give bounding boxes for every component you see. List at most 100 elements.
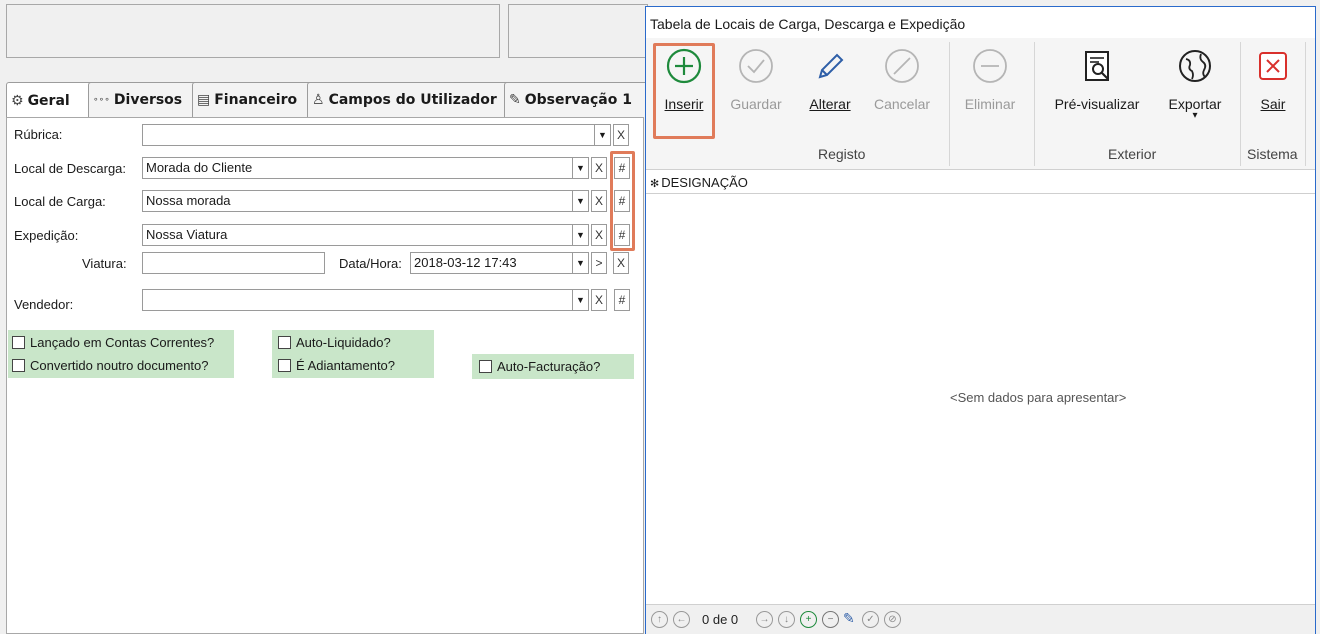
vendedor-field[interactable] [142, 289, 573, 311]
datahora-next-button[interactable]: > [591, 252, 607, 274]
new-row-marker-icon: ✻ [650, 178, 660, 190]
carga-dropdown-icon[interactable]: ▼ [573, 190, 589, 212]
cancelar-button[interactable]: Cancelar [870, 46, 934, 112]
header-box-right [508, 4, 648, 58]
record-navigator: ↑ ← 0 de 0 → ↓ + − ✎ ✓ ⊘ [646, 604, 1315, 634]
header-box-left [6, 4, 500, 58]
dialog-title: Tabela de Locais de Carga, Descarga e Ex… [650, 16, 966, 32]
checkbox-box[interactable] [278, 336, 291, 349]
ribbon-separator [1034, 42, 1035, 166]
alterar-label: Alterar [809, 96, 851, 112]
delete-record-icon[interactable]: − [822, 611, 839, 628]
prev-record-icon[interactable]: ← [673, 611, 690, 628]
tab-label: Observação 1 [524, 92, 632, 108]
tab-label: Campos do Utilizador [328, 92, 497, 108]
next-record-icon[interactable]: → [756, 611, 773, 628]
add-record-icon[interactable]: + [800, 611, 817, 628]
viatura-field[interactable] [142, 252, 325, 274]
expedicao-dropdown-icon[interactable]: ▼ [573, 224, 589, 246]
rubrica-dropdown-icon[interactable]: ▼ [595, 124, 611, 146]
tab-strip: ⚙ Geral ∘∘∘ Diversos ▤ Financeiro ♙ Camp… [6, 82, 654, 119]
datahora-label: Data/Hora: [339, 256, 402, 271]
print-preview-icon [1085, 51, 1109, 81]
vendedor-label: Vendedor: [14, 297, 74, 312]
datahora-dropdown-icon[interactable]: ▼ [573, 252, 589, 274]
previsualizar-button[interactable]: Pré-visualizar [1050, 46, 1144, 112]
checkbox-contas-correntes[interactable]: Lançado em Contas Correntes? [12, 335, 214, 350]
grid-header: ✻ DESIGNAÇÃO [646, 172, 1315, 194]
last-record-icon[interactable]: ↓ [778, 611, 795, 628]
exportar-button[interactable]: Exportar ▾ [1158, 46, 1232, 121]
checkbox-auto-facturacao[interactable]: Auto-Facturação? [479, 359, 600, 374]
cancel-record-icon[interactable]: ⊘ [884, 611, 901, 628]
checkbox-box[interactable] [12, 359, 25, 372]
globe-icon [1179, 50, 1211, 82]
descarga-dropdown-icon[interactable]: ▼ [573, 157, 589, 179]
column-header-designacao[interactable]: DESIGNAÇÃO [661, 175, 748, 190]
record-count: 0 de 0 [702, 612, 739, 627]
ribbon-separator [949, 42, 950, 166]
vendedor-dropdown-icon[interactable]: ▼ [573, 289, 589, 311]
checkbox-label: Auto-Facturação? [497, 359, 601, 374]
first-record-icon[interactable]: ↑ [651, 611, 668, 628]
tab-label: Financeiro [214, 92, 298, 108]
tab-geral[interactable]: ⚙ Geral [6, 82, 96, 119]
close-icon [1259, 52, 1287, 80]
carga-clear-button[interactable]: X [591, 190, 607, 212]
checkbox-auto-liquidado[interactable]: Auto-Liquidado? [278, 335, 391, 350]
sair-label: Sair [1260, 96, 1286, 112]
checkbox-box[interactable] [479, 360, 492, 373]
money-icon: ▤ [197, 92, 211, 108]
check-circle-icon [739, 49, 773, 83]
expedicao-label: Expedição: [14, 228, 79, 243]
guardar-button[interactable]: Guardar [725, 46, 787, 112]
expedicao-field[interactable]: Nossa Viatura [142, 224, 573, 246]
viatura-label: Viatura: [82, 256, 127, 271]
tab-diversos[interactable]: ∘∘∘ Diversos [88, 82, 200, 117]
vendedor-clear-button[interactable]: X [591, 289, 607, 311]
ribbon-separator [1305, 42, 1306, 166]
tab-campos-utilizador[interactable]: ♙ Campos do Utilizador [307, 82, 512, 117]
expedicao-clear-button[interactable]: X [591, 224, 607, 246]
descarga-label: Local de Descarga: [14, 161, 127, 176]
checkbox-box[interactable] [278, 359, 291, 372]
tab-observacao-1[interactable]: ✎ Observação 1 [504, 82, 654, 117]
guardar-label: Guardar [730, 96, 782, 112]
cancelar-label: Cancelar [873, 96, 931, 112]
save-record-icon[interactable]: ✓ [862, 611, 879, 628]
descarga-clear-button[interactable]: X [591, 157, 607, 179]
sair-button[interactable]: Sair [1250, 46, 1296, 112]
checkbox-convertido[interactable]: Convertido noutro documento? [12, 358, 209, 373]
edit-record-icon[interactable]: ✎ [843, 610, 855, 627]
checkbox-box[interactable] [12, 336, 25, 349]
vendedor-hash-button[interactable]: # [614, 289, 630, 311]
checkbox-adiantamento[interactable]: É Adiantamento? [278, 358, 395, 373]
ribbon-separator [1240, 42, 1241, 166]
tab-financeiro[interactable]: ▤ Financeiro [192, 82, 315, 117]
pencil-icon [818, 53, 844, 79]
rubrica-label: Rúbrica: [14, 127, 63, 142]
previsualizar-label: Pré-visualizar [1054, 96, 1140, 112]
dots-icon: ∘∘∘ [93, 95, 110, 105]
carga-label: Local de Carga: [14, 194, 106, 209]
rubrica-field[interactable] [142, 124, 595, 146]
group-label-sistema: Sistema [1247, 146, 1298, 162]
hash-buttons-highlight [610, 151, 635, 251]
edit-note-icon: ✎ [509, 92, 521, 108]
user-icon: ♙ [312, 92, 325, 108]
eliminar-label: Eliminar [964, 96, 1016, 112]
rubrica-clear-button[interactable]: X [613, 124, 629, 146]
group-label-exterior: Exterior [1108, 146, 1157, 162]
checkbox-label: É Adiantamento? [296, 358, 396, 373]
checkbox-label: Lançado em Contas Correntes? [30, 335, 215, 350]
empty-grid-text: <Sem dados para apresentar> [950, 390, 1127, 405]
datahora-clear-button[interactable]: X [613, 252, 629, 274]
checkbox-label: Auto-Liquidado? [296, 335, 391, 350]
alterar-button[interactable]: Alterar [800, 46, 860, 112]
group-label-registo: Registo [818, 146, 866, 162]
carga-field[interactable]: Nossa morada [142, 190, 573, 212]
datahora-field[interactable]: 2018-03-12 17:43 [410, 252, 573, 274]
eliminar-button[interactable]: Eliminar [958, 46, 1022, 112]
descarga-field[interactable]: Morada do Cliente [142, 157, 573, 179]
tab-label: Geral [27, 93, 70, 109]
